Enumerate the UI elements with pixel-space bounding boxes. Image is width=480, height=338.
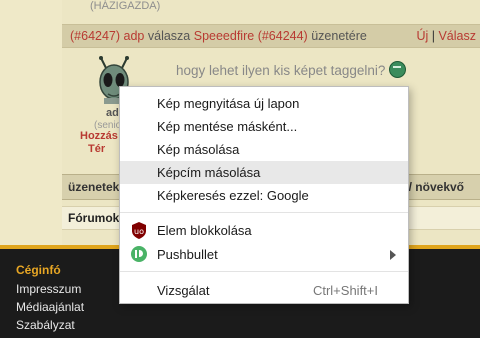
reply-end-text: üzenetére [307,29,367,43]
sort-order-link[interactable]: / növekvő [409,180,464,194]
post-message: hogy lehet ilyen kis képet taggelni? [176,61,407,78]
menu-item-label: Képcím másolása [157,165,261,180]
menu-item-label: Kép megnyitása új lapon [157,96,300,111]
user-posts-link[interactable]: Hozzás [80,130,118,142]
post-message-text: hogy lehet ilyen kis képet taggelni? [176,63,386,78]
user-name[interactable]: ad [106,107,119,119]
post-header: (#64247) adp válasza Speeedfire (#64244)… [62,24,480,48]
menu-item-shortcut: Ctrl+Shift+I [312,283,378,298]
menu-item-label: Pushbullet [157,247,218,262]
pushbullet-icon [131,246,147,262]
menu-item-label: Vizsgálat [157,283,210,298]
menu-separator [120,271,408,272]
forum-page: (HÁZIGAZDA) (#64247) adp válasza Speeedf… [0,0,480,338]
footer-link-szabalyzat[interactable]: Szabályzat [16,318,75,332]
post-header-text: (#64247) adp válasza Speeedfire (#64244)… [70,29,367,43]
menu-item-label: Képkeresés ezzel: Google [157,188,309,203]
footer-link-impresszum[interactable]: Impresszum [16,282,81,296]
context-menu: Kép megnyitása új lapon Kép mentése másk… [119,86,409,304]
reply-link[interactable]: Válasz [438,29,476,43]
menu-separator [120,212,408,213]
menu-item-save-image-as[interactable]: Kép mentése másként... [120,115,408,138]
user-topics-link[interactable]: Tér [88,143,105,155]
menu-item-label: Kép mentése másként... [157,119,298,134]
menu-item-label: Kép másolása [157,142,240,157]
reply-ref-link[interactable]: (#64244) [258,29,308,43]
svg-text:uo: uo [134,227,144,236]
post-actions: Új | Válasz [416,29,476,43]
action-separator: | [431,29,435,43]
footer-link-mediaajanlat[interactable]: Médiaajánlat [16,300,84,314]
user-role-top: (HÁZIGAZDA) [90,0,161,12]
smiley-icon [389,61,407,78]
menu-item-pushbullet[interactable]: Pushbullet [120,243,408,266]
menu-item-copy-image[interactable]: Kép másolása [120,138,408,161]
ublock-icon: uo [132,222,146,239]
post-author-link[interactable]: adp [124,29,145,43]
footer-title: Céginfó [16,263,61,277]
submenu-arrow-icon [390,250,396,260]
reply-text: válasza [144,29,194,43]
menu-item-copy-image-address[interactable]: Képcím másolása [120,161,408,184]
menu-item-open-image-new-tab[interactable]: Kép megnyitása új lapon [120,92,408,115]
menu-item-label: Elem blokkolása [157,223,252,238]
reply-to-link[interactable]: Speeedfire [194,29,254,43]
post-ref-link[interactable]: (#64247) [70,29,120,43]
messages-label: üzenetek [68,180,120,194]
menu-item-block-element[interactable]: uo Elem blokkolása [120,219,408,242]
menu-item-inspect[interactable]: Vizsgálat Ctrl+Shift+I [120,279,408,302]
menu-item-search-image-google[interactable]: Képkeresés ezzel: Google [120,184,408,207]
new-link[interactable]: Új [416,29,428,43]
forums-link[interactable]: Fórumok [68,211,119,225]
